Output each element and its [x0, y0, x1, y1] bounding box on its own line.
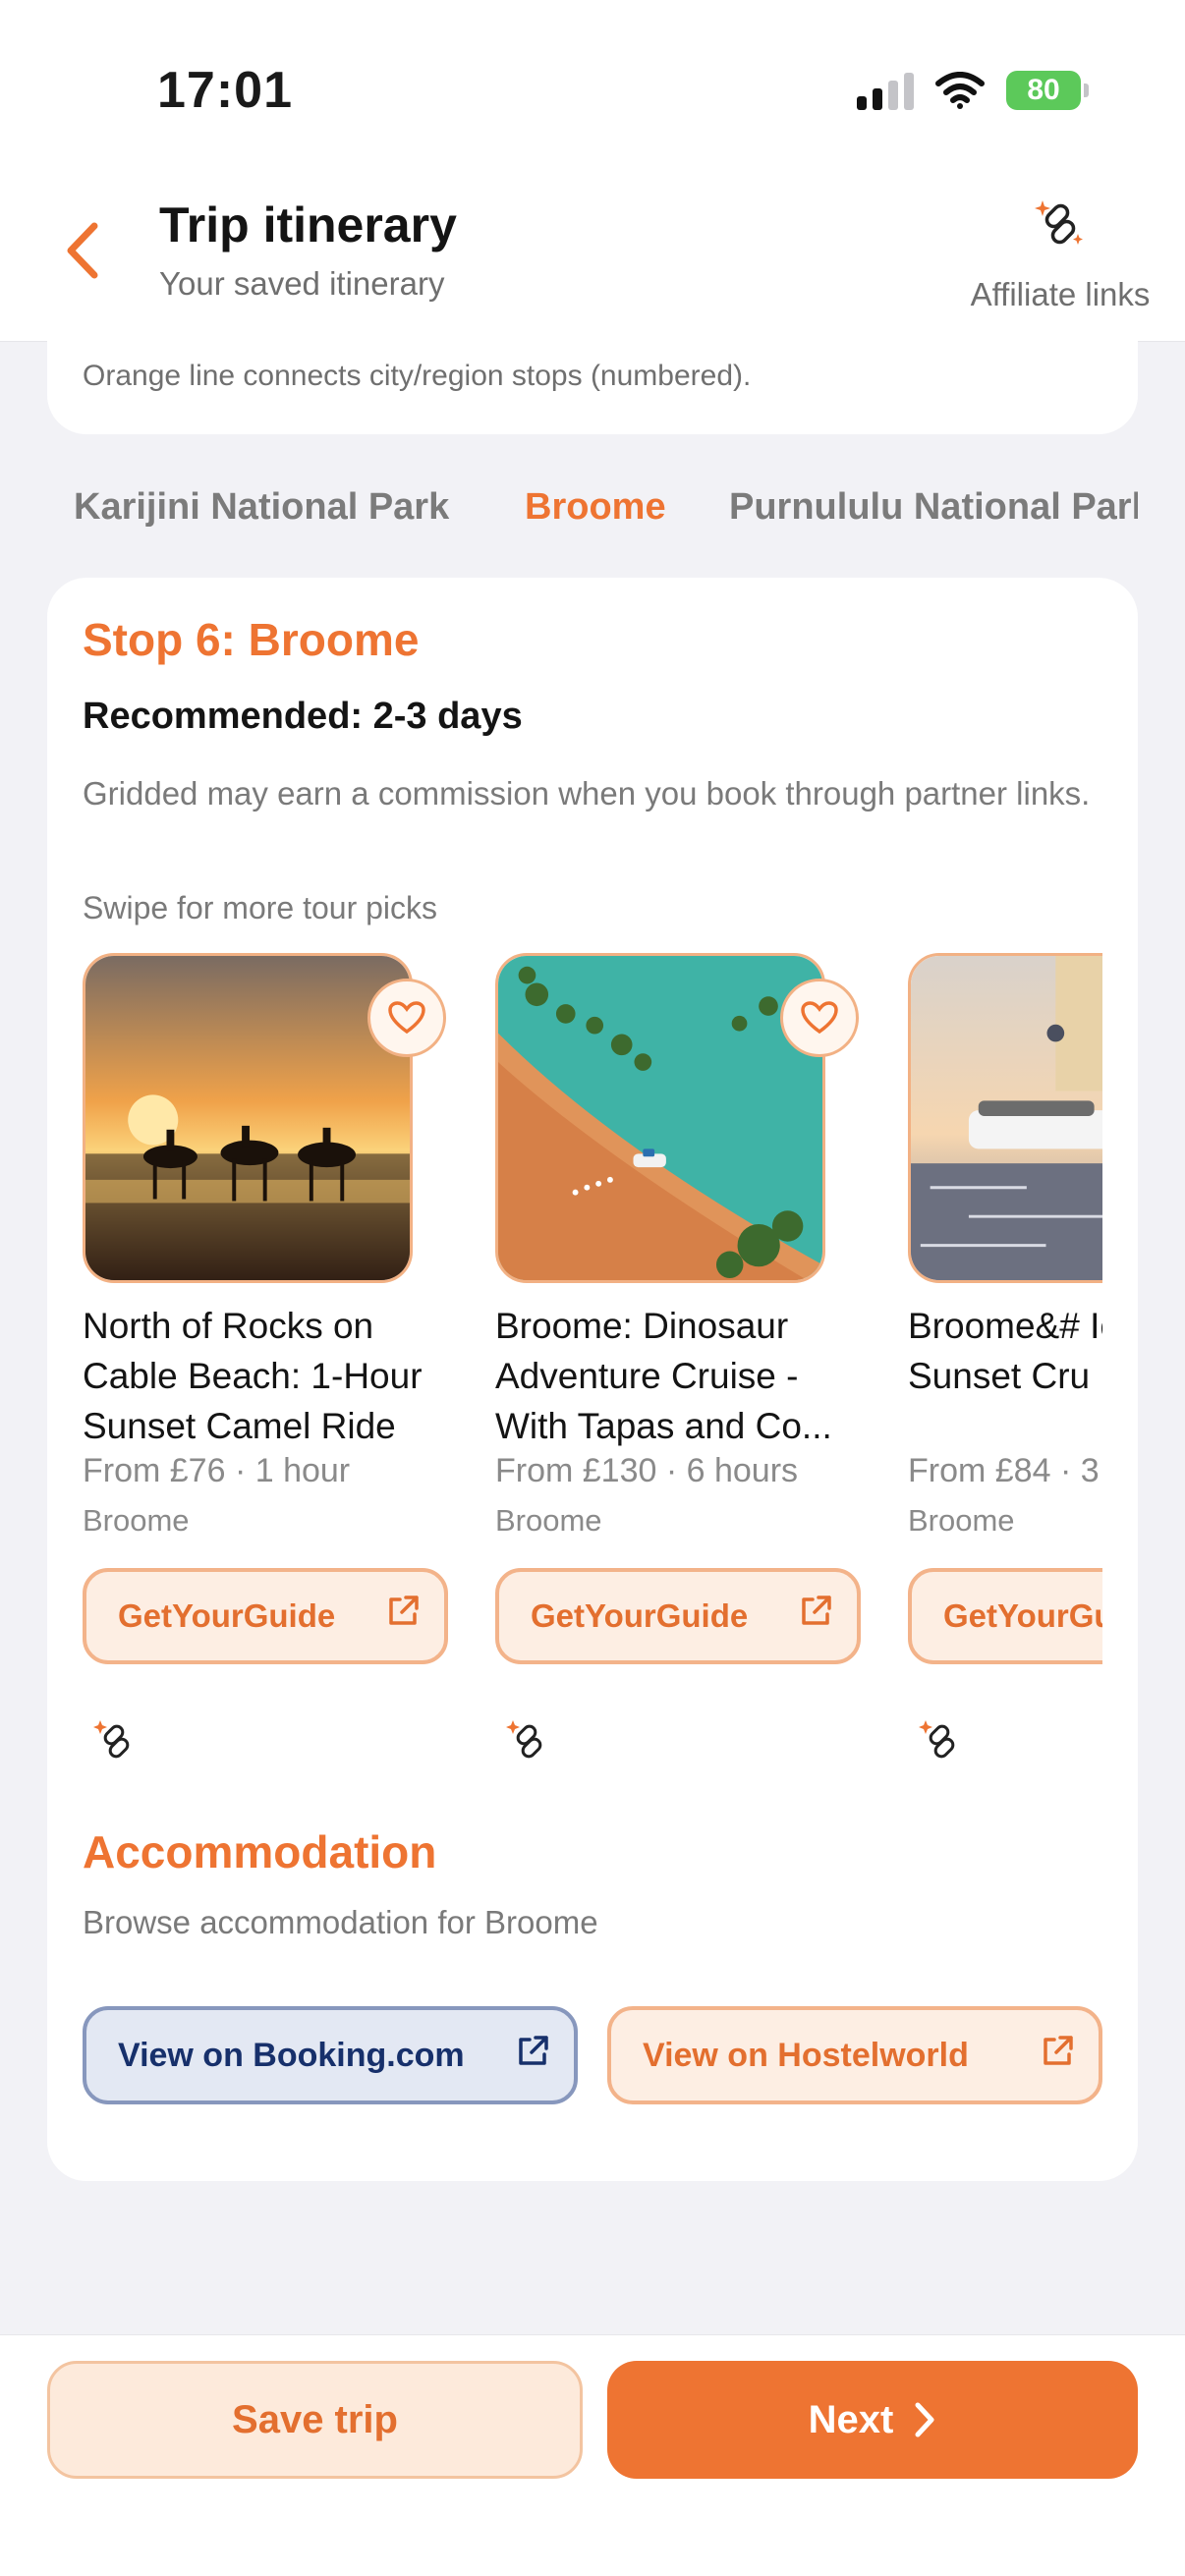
save-trip-label: Save trip	[232, 2397, 398, 2441]
favorite-heart-icon[interactable]	[780, 979, 859, 1057]
next-button[interactable]: Next	[607, 2361, 1138, 2479]
back-chevron-icon[interactable]	[57, 218, 112, 283]
wifi-icon	[935, 72, 985, 109]
swipe-hint: Swipe for more tour picks	[83, 890, 438, 925]
next-label: Next	[808, 2397, 894, 2441]
sparkle-link-icon	[1035, 200, 1083, 245]
bottom-action-bar: Save trip Next	[0, 2334, 1185, 2576]
stop-title: Stop 6: Broome	[83, 614, 420, 665]
hostelworld-label: View on Hostelworld	[643, 2036, 969, 2074]
tab-broome[interactable]: Broome	[525, 486, 666, 529]
tab-karijini-national-park[interactable]: Karijini National Park	[74, 486, 449, 529]
tour-image-beach-aerial[interactable]	[495, 953, 825, 1283]
external-link-icon	[802, 1596, 831, 1625]
status-time: 17:01	[157, 62, 293, 119]
cellular-signal-icon	[857, 71, 914, 110]
accommodation-heading: Accommodation	[83, 1826, 437, 1877]
getyourguide-label: GetYourGuide	[118, 1597, 336, 1634]
affiliate-link-icon[interactable]	[92, 1717, 140, 1764]
page-title: Trip itinerary	[159, 197, 457, 252]
getyourguide-button[interactable]: GetYourGuide	[83, 1568, 448, 1664]
getyourguide-button[interactable]: GetYourGuide	[908, 1568, 1102, 1664]
accommodation-subtitle: Browse accommodation for Broome	[83, 1904, 598, 1940]
getyourguide-label: GetYourGuide	[943, 1597, 1102, 1634]
tab-purnululu-national-park[interactable]: Purnululu National Park	[729, 486, 1138, 529]
recommended-duration: Recommended: 2-3 days	[83, 696, 523, 737]
tour-price: From £84 · 3	[908, 1452, 1100, 1489]
commission-disclaimer: Gridded may earn a commission when you b…	[83, 775, 1091, 812]
booking-com-label: View on Booking.com	[118, 2036, 465, 2074]
tour-image-camel-sunset[interactable]	[83, 953, 413, 1283]
external-link-icon	[1044, 2036, 1073, 2065]
map-legend-note: Orange line connects city/region stops (…	[83, 360, 752, 392]
app-header: 17:01 80 Trip itinerary Your saved itine…	[0, 0, 1185, 342]
page-subtitle: Your saved itinerary	[159, 265, 445, 302]
tour-carousel[interactable]: North of Rocks on Cable Beach: 1-Hour Su…	[83, 953, 1102, 1680]
hostelworld-button[interactable]: View on Hostelworld	[607, 2006, 1102, 2104]
stop-tabs[interactable]: Karijini National Park Broome Purnululu …	[0, 486, 1138, 545]
affiliate-link-icon[interactable]	[918, 1717, 965, 1764]
getyourguide-label: GetYourGuide	[531, 1597, 749, 1634]
chevron-right-icon	[915, 2402, 934, 2437]
affiliate-links-button[interactable]: Affiliate links	[947, 196, 1173, 313]
status-icons: 80	[857, 71, 1089, 110]
tour-title[interactable]: Broome: Dinosaur Adventure Cruise - With…	[495, 1301, 861, 1451]
external-link-icon	[389, 1596, 419, 1625]
external-link-icon	[519, 2036, 548, 2065]
tour-price: From £130 · 6 hours	[495, 1452, 799, 1489]
tour-title[interactable]: North of Rocks on Cable Beach: 1-Hour Su…	[83, 1301, 448, 1451]
save-trip-button[interactable]: Save trip	[47, 2361, 583, 2479]
affiliate-links-label: Affiliate links	[970, 276, 1151, 312]
tour-location: Broome	[83, 1503, 190, 1538]
stop-card: Stop 6: Broome Recommended: 2-3 days Gri…	[47, 578, 1138, 2181]
battery-indicator: 80	[1006, 71, 1089, 110]
map-card: Orange line connects city/region stops (…	[47, 314, 1138, 434]
getyourguide-button[interactable]: GetYourGuide	[495, 1568, 861, 1664]
tour-title[interactable]: Broome&# Iconic Cata Sunset Cru	[908, 1301, 1102, 1401]
tour-price: From £76 · 1 hour	[83, 1452, 351, 1489]
tour-location: Broome	[495, 1503, 602, 1538]
battery-level: 80	[1027, 74, 1060, 106]
tour-image-catamaran-sunset[interactable]	[908, 953, 1102, 1283]
affiliate-link-icon[interactable]	[505, 1717, 552, 1764]
tour-location: Broome	[908, 1503, 1015, 1538]
favorite-heart-icon[interactable]	[367, 979, 446, 1057]
booking-com-button[interactable]: View on Booking.com	[83, 2006, 578, 2104]
